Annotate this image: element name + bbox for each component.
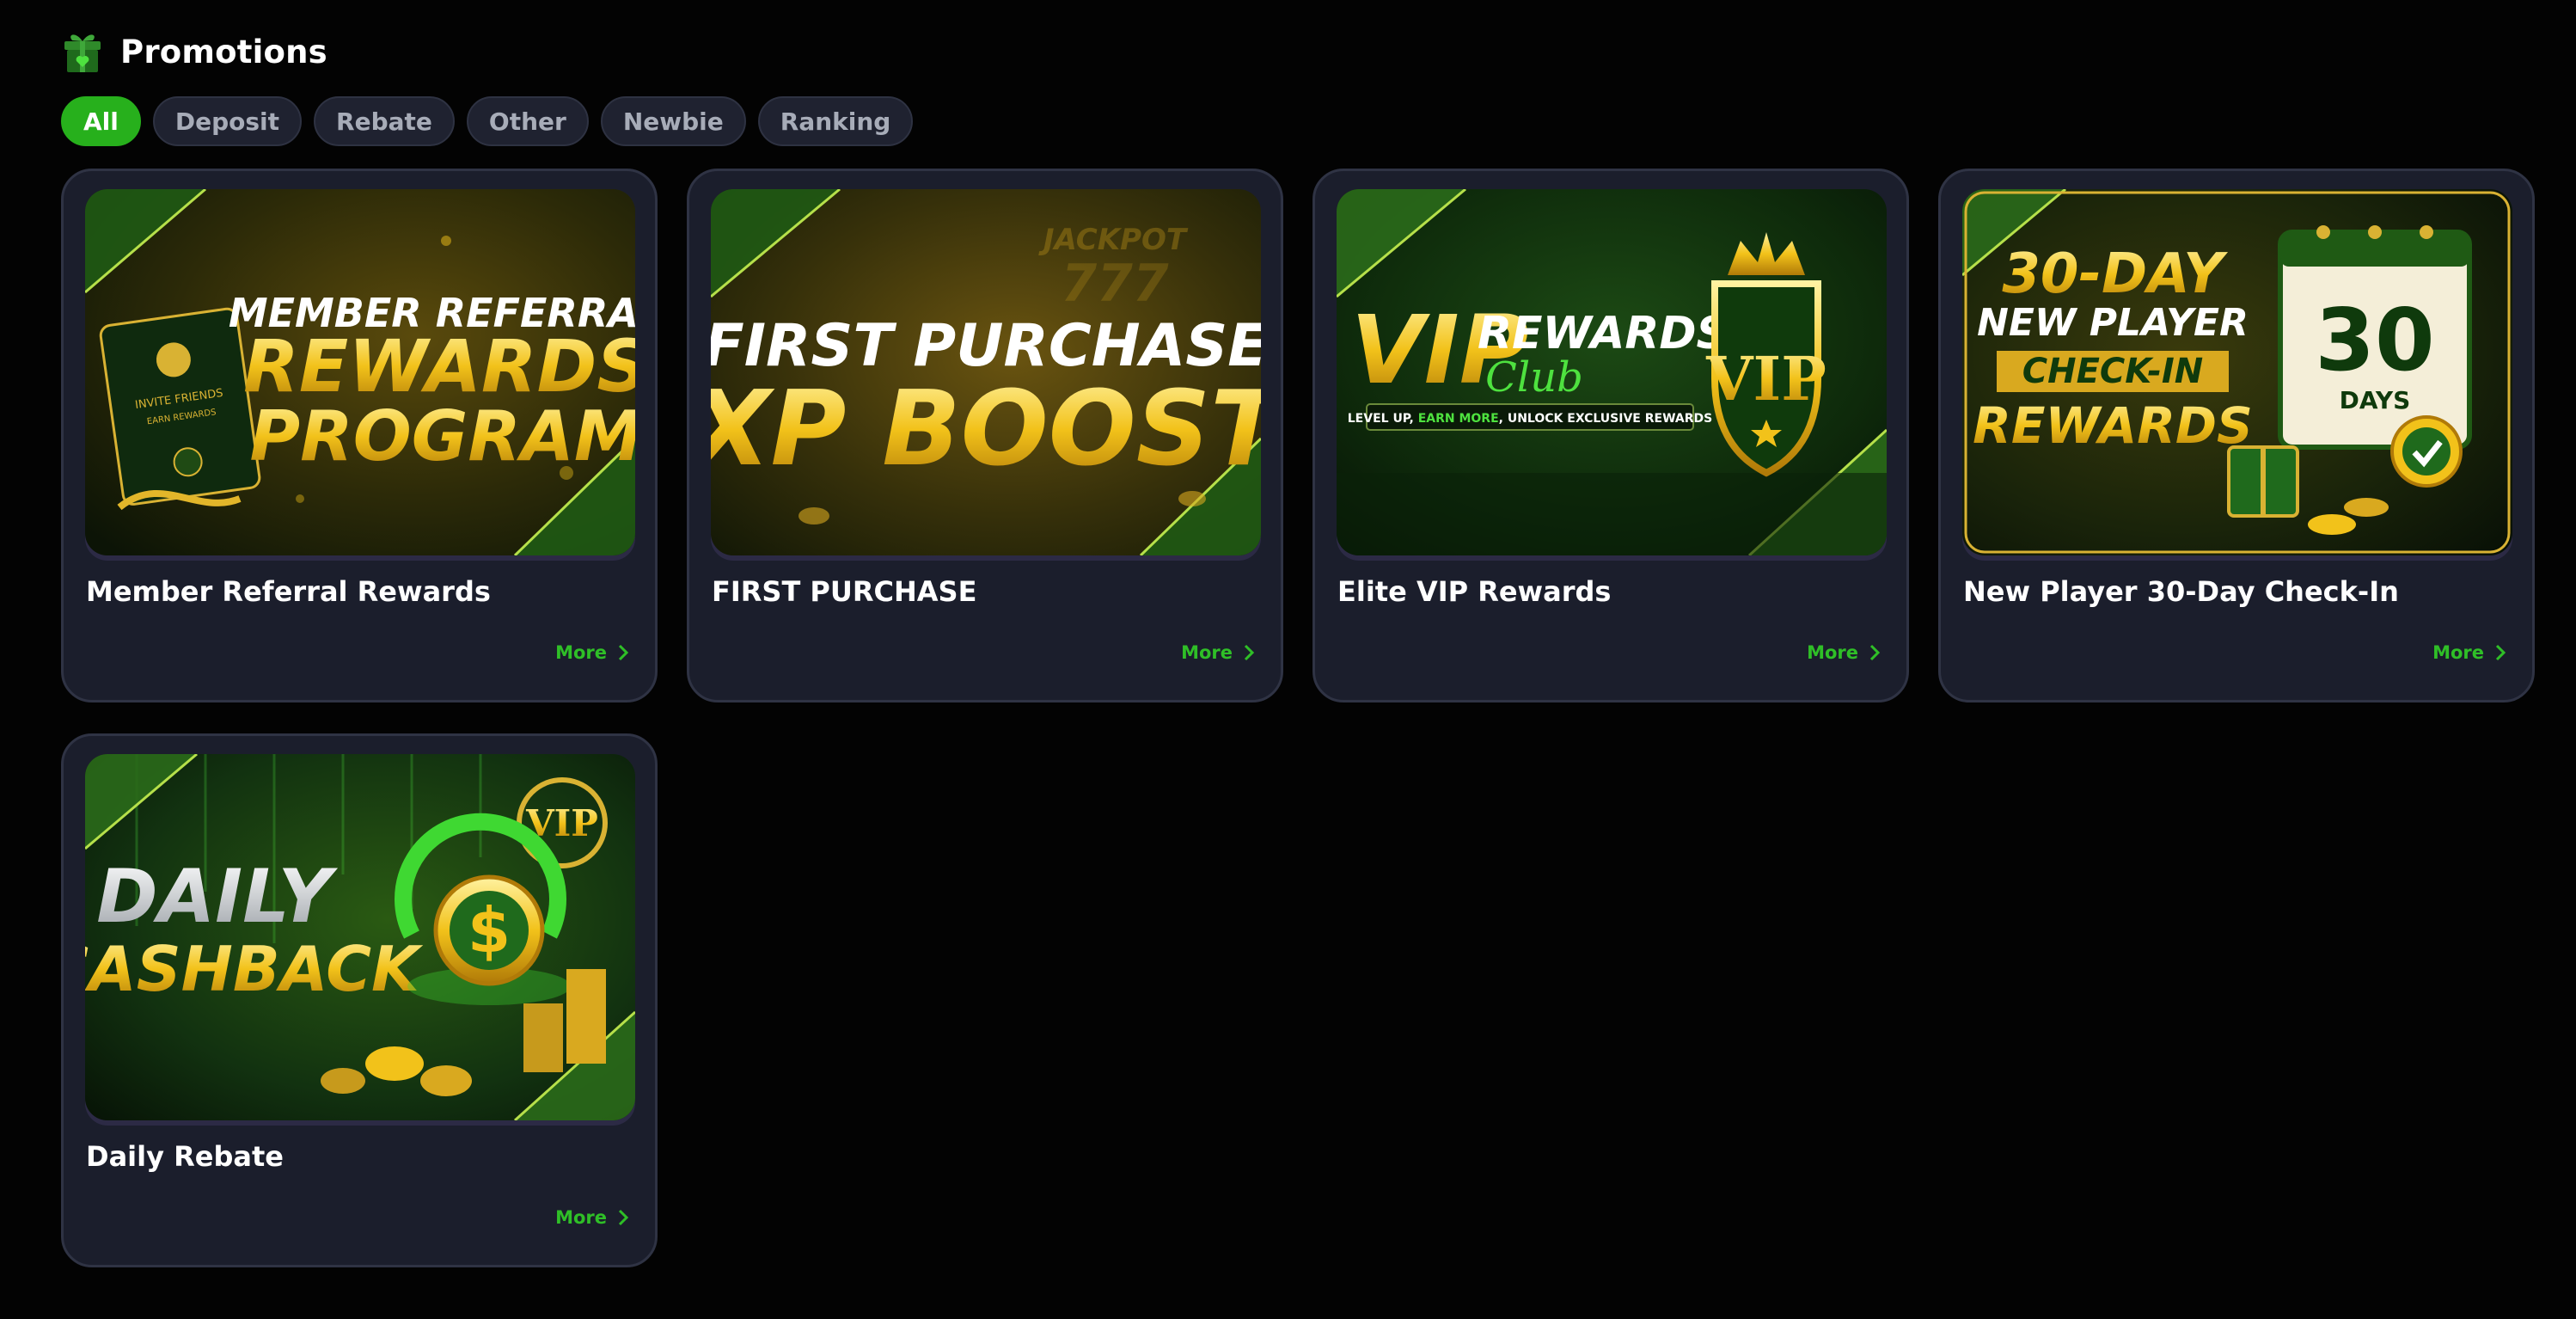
promo-title: Member Referral Rewards xyxy=(86,575,491,608)
promo-card-elite-vip[interactable]: VIP REWARDS Club LEVEL UP, EARN MORE, UN… xyxy=(1312,169,1909,702)
banner-tagline-highlight: EARN MORE xyxy=(1418,412,1499,426)
banner-text-line2: CASHBACK xyxy=(85,933,424,1005)
chevron-right-icon xyxy=(618,1209,629,1226)
promo-banner-elite-vip[interactable]: VIP REWARDS Club LEVEL UP, EARN MORE, UN… xyxy=(1337,189,1887,555)
banner-cal-number: 30 xyxy=(2315,290,2434,390)
promo-title: Daily Rebate xyxy=(86,1140,284,1173)
promo-card-check-in[interactable]: 30-DAY NEW PLAYER CHECK-IN REWARDS 30 DA… xyxy=(1938,169,2535,702)
promo-title: Elite VIP Rewards xyxy=(1337,575,1612,608)
more-link[interactable]: More xyxy=(1807,642,1881,663)
banner-coin-symbol: $ xyxy=(468,894,511,966)
more-label: More xyxy=(555,1207,607,1228)
promo-banner-member-referral[interactable]: INVITE FRIENDS EARN REWARDS MEMBER REFER… xyxy=(85,189,635,555)
svg-text:LEVEL UP, EARN MORE, UNLOCK EX: LEVEL UP, EARN MORE, UNLOCK EXCLUSIVE RE… xyxy=(1348,412,1712,426)
chevron-right-icon xyxy=(618,644,629,661)
banner-text-line2: NEW PLAYER xyxy=(1977,301,2249,345)
promo-title: New Player 30-Day Check-In xyxy=(1963,575,2399,608)
promo-banner-first-purchase[interactable]: JACKPOT 777 FIRST PURCHASE XP BOOST xyxy=(711,189,1261,555)
banner-text-line1: 30-DAY xyxy=(2002,242,2228,306)
tab-ranking[interactable]: Ranking xyxy=(757,96,914,146)
tab-all[interactable]: All xyxy=(61,96,141,146)
filter-tabs: All Deposit Rebate Other Newbie Ranking xyxy=(61,96,914,146)
more-label: More xyxy=(2432,642,2484,663)
promo-banner-check-in[interactable]: 30-DAY NEW PLAYER CHECK-IN REWARDS 30 DA… xyxy=(1962,189,2512,555)
promo-title: FIRST PURCHASE xyxy=(712,575,977,608)
chevron-right-icon xyxy=(2495,644,2506,661)
banner-bg-text: JACKPOT xyxy=(1038,223,1189,257)
tab-newbie[interactable]: Newbie xyxy=(600,96,746,146)
promo-card-daily-rebate[interactable]: DAILY CASHBACK VIP $ Daily Rebate More xyxy=(61,733,658,1267)
promo-card-member-referral[interactable]: INVITE FRIENDS EARN REWARDS MEMBER REFER… xyxy=(61,169,658,702)
more-link[interactable]: More xyxy=(555,642,629,663)
banner-bg-digits: 777 xyxy=(1061,254,1168,314)
banner-shield-text: VIP xyxy=(1705,343,1826,414)
banner-text-line3: PROGRAM xyxy=(249,396,635,476)
banner-cal-label: DAYS xyxy=(2340,386,2411,414)
tab-deposit[interactable]: Deposit xyxy=(152,96,303,146)
page-title: Promotions xyxy=(120,33,327,71)
page-header: Promotions xyxy=(62,28,327,76)
banner-text-line4: REWARDS xyxy=(1973,396,2253,455)
banner-tagline-end: , UNLOCK EXCLUSIVE REWARDS xyxy=(1499,412,1713,426)
more-label: More xyxy=(555,642,607,663)
banner-text-line3: CHECK-IN xyxy=(2022,352,2204,391)
banner-text-rewards: REWARDS xyxy=(1478,308,1729,359)
more-link[interactable]: More xyxy=(1181,642,1255,663)
promo-card-first-purchase[interactable]: JACKPOT 777 FIRST PURCHASE XP BOOST FIRS… xyxy=(687,169,1283,702)
tab-other[interactable]: Other xyxy=(466,96,589,146)
more-label: More xyxy=(1181,642,1233,663)
promo-banner-daily-rebate[interactable]: DAILY CASHBACK VIP $ xyxy=(85,754,635,1120)
more-link[interactable]: More xyxy=(2432,642,2506,663)
chevron-right-icon xyxy=(1869,644,1881,661)
more-label: More xyxy=(1807,642,1858,663)
promotions-page: Promotions All Deposit Rebate Other Newb… xyxy=(0,0,2576,1319)
tab-rebate[interactable]: Rebate xyxy=(314,96,455,146)
banner-tagline-start: LEVEL UP, xyxy=(1348,412,1418,426)
banner-text-club: Club xyxy=(1485,353,1583,402)
banner-text-line2: XP BOOST xyxy=(711,370,1261,489)
more-link[interactable]: More xyxy=(555,1207,629,1228)
chevron-right-icon xyxy=(1244,644,1255,661)
banner-text-line1: DAILY xyxy=(96,854,338,940)
gift-icon xyxy=(64,34,101,72)
